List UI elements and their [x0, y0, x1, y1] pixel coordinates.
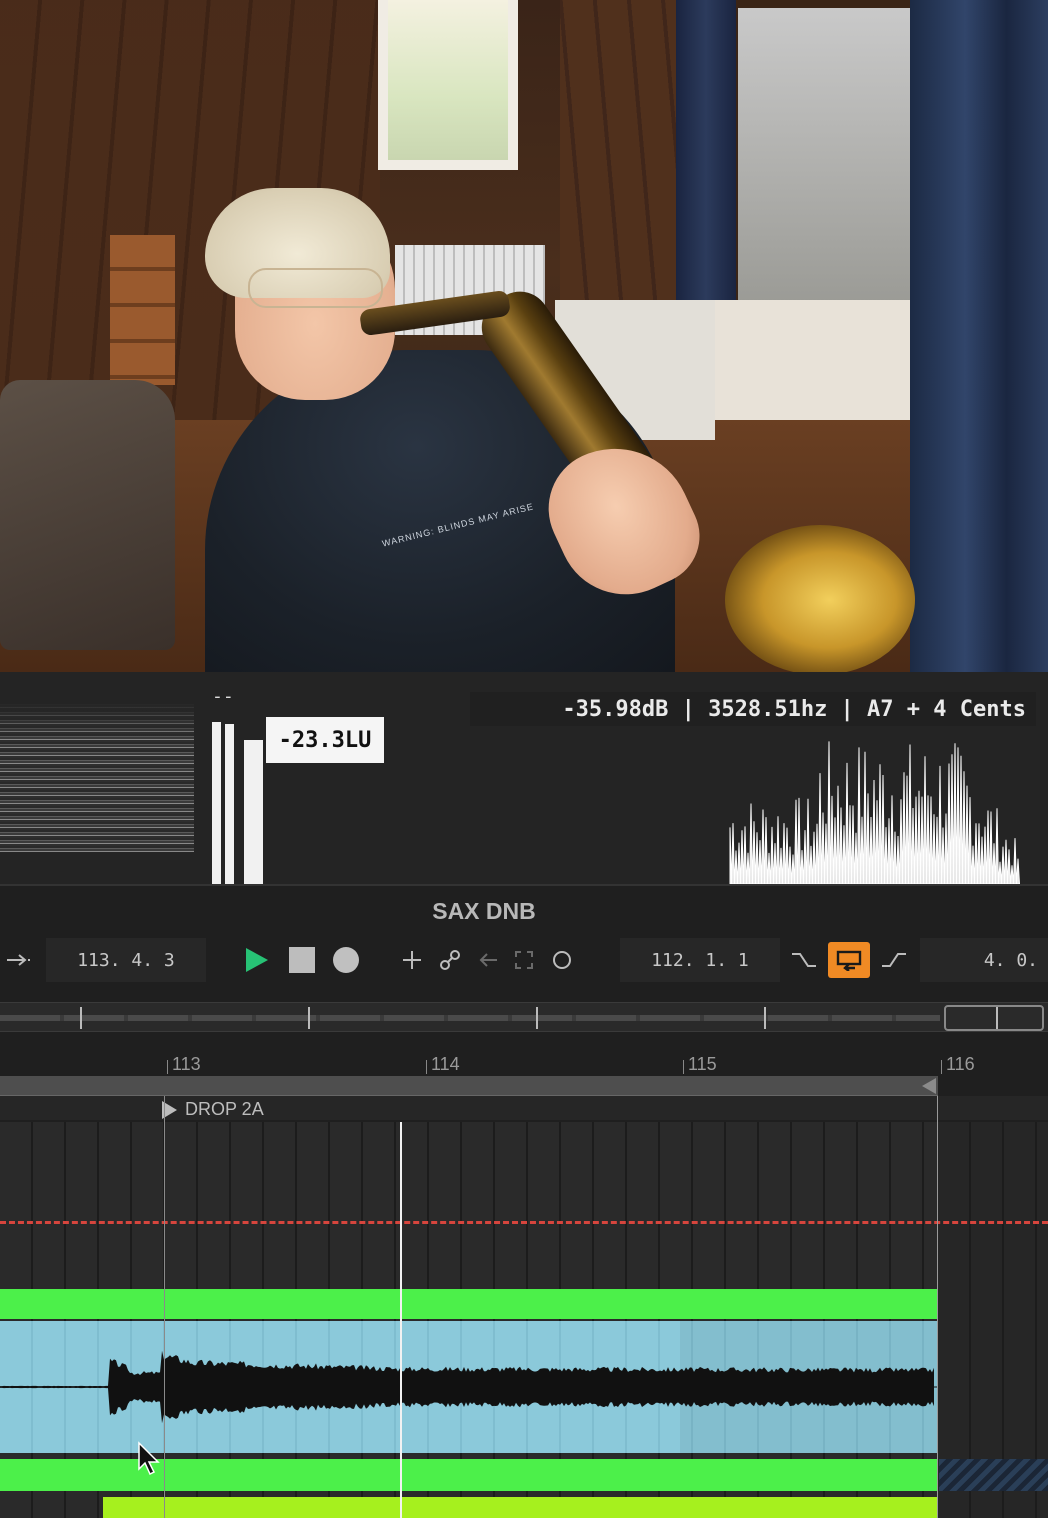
track-title: SAX DNB: [432, 898, 536, 924]
overview-strip: [0, 1015, 940, 1021]
audio-waveform: [0, 1350, 937, 1424]
daw-arrangement-view: SAX DNB 113. 4. 3 112. 1. 1 4. 0. 113 11…: [0, 884, 1048, 1518]
loudness-readout: -23.3LU: [266, 717, 384, 763]
glasses: [248, 268, 383, 308]
spectrum-trace: [729, 741, 1020, 884]
bar-number-115: 115: [683, 1054, 717, 1074]
loudness-meter: [244, 740, 263, 884]
fullscreen-icon[interactable]: [508, 938, 540, 982]
overview-tick: [536, 1007, 538, 1029]
transport-bar: 113. 4. 3 112. 1. 1 4. 0.: [0, 938, 1048, 982]
locator-label: DROP 2A: [185, 1099, 264, 1119]
loop-end-line: [937, 1096, 938, 1518]
arrow-to-bar-icon[interactable]: [0, 938, 40, 982]
plus-icon[interactable]: [396, 938, 428, 982]
link-icon[interactable]: [434, 938, 466, 982]
loop-length-display[interactable]: 4. 0.: [920, 938, 1048, 982]
drawers: [110, 235, 175, 385]
loop-switch-icon[interactable]: [828, 942, 870, 978]
playhead[interactable]: [400, 1122, 402, 1518]
arrow-left-icon[interactable]: [472, 938, 504, 982]
bar-number-116: 116: [941, 1054, 975, 1074]
beat-time-ruler[interactable]: 113 114 115 116: [0, 1046, 1048, 1076]
locator-marker[interactable]: DROP 2A: [162, 1099, 264, 1120]
bar-number-114: 114: [426, 1054, 460, 1074]
arrangement-overview[interactable]: [0, 1002, 1048, 1032]
spectrum-analyzer: [729, 741, 1020, 884]
stop-icon[interactable]: [284, 938, 320, 982]
saxophone-bell: [725, 525, 915, 672]
side-window: [730, 0, 920, 310]
loop-brace[interactable]: [0, 1076, 938, 1096]
bar-number-113: 113: [167, 1054, 201, 1074]
loop-end-marker[interactable]: [922, 1078, 936, 1094]
automation-line[interactable]: [0, 1221, 1048, 1224]
camera-video-feed: WARNING: BLINDS MAY ARISE: [0, 0, 1048, 672]
mouse-pointer-icon: [138, 1441, 160, 1476]
locator-lane[interactable]: [0, 1096, 1048, 1120]
velvet-curtain: [910, 0, 1048, 672]
punch-out-icon[interactable]: [876, 938, 912, 982]
play-icon[interactable]: [238, 938, 274, 982]
overview-zoom-handle[interactable]: [944, 1005, 1044, 1031]
record-icon[interactable]: [328, 938, 364, 982]
next-track-clip[interactable]: [103, 1497, 937, 1518]
loop-start-line: [164, 1096, 165, 1518]
armchair: [0, 380, 175, 650]
skylight-window: [378, 0, 518, 170]
circle-icon[interactable]: [546, 938, 578, 982]
spectrogram: [0, 702, 194, 852]
loop-start-display[interactable]: 112. 1. 1: [620, 938, 780, 982]
clip-header[interactable]: [0, 1289, 937, 1319]
level-meter-right: [225, 724, 234, 884]
overview-tick: [308, 1007, 310, 1029]
overview-tick: [996, 1007, 998, 1029]
meter-peak-label: --: [212, 686, 234, 707]
punch-in-icon[interactable]: [786, 938, 822, 982]
curtain: [676, 0, 736, 340]
empty-clip-slot[interactable]: [939, 1459, 1048, 1491]
overview-tick: [764, 1007, 766, 1029]
audio-analyzer-panel: -- -23.3LU -35.98dB | 3528.51hz | A7 + 4…: [0, 672, 1048, 884]
level-meter-left: [212, 722, 221, 884]
song-position-display[interactable]: 113. 4. 3: [46, 938, 206, 982]
overview-tick: [80, 1007, 82, 1029]
